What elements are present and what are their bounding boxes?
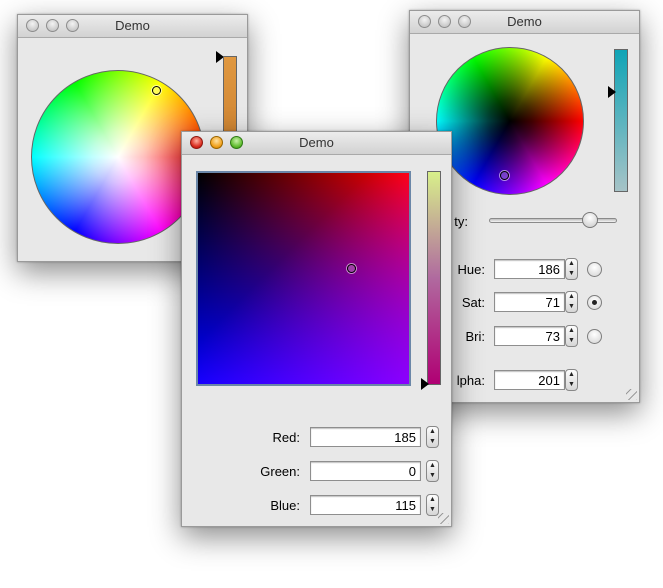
blue-input[interactable] — [311, 496, 420, 514]
red-stepper[interactable]: ▲ ▼ — [426, 426, 439, 448]
stepper-up-icon[interactable]: ▲ — [427, 495, 438, 505]
stepper-up-icon[interactable]: ▲ — [566, 370, 577, 380]
rgb-window-titlebar[interactable]: Demo — [182, 132, 451, 155]
green-input[interactable] — [311, 462, 420, 480]
window-title: Demo — [507, 14, 542, 29]
color-square[interactable] — [196, 171, 411, 386]
stepper-up-icon[interactable]: ▲ — [566, 326, 577, 336]
zoom-button-icon[interactable] — [230, 136, 243, 149]
sat-mode-radio[interactable] — [587, 295, 602, 310]
stepper-down-icon[interactable]: ▼ — [566, 380, 577, 390]
left-window-titlebar[interactable]: Demo — [18, 15, 247, 38]
stepper-down-icon[interactable]: ▼ — [566, 269, 577, 279]
blue-slider-indicator-icon[interactable] — [421, 378, 429, 390]
window-title: Demo — [115, 18, 150, 33]
close-button-icon[interactable] — [418, 15, 431, 28]
alpha-input[interactable] — [495, 371, 564, 389]
red-label: Red: — [272, 430, 300, 445]
minimize-button-icon[interactable] — [210, 136, 223, 149]
sat-input[interactable] — [495, 293, 564, 311]
bri-input[interactable] — [495, 327, 564, 345]
hsb-window-titlebar[interactable]: Demo — [410, 11, 639, 34]
minimize-button-icon[interactable] — [438, 15, 451, 28]
color-square-marker[interactable] — [347, 264, 356, 273]
brightness-bar[interactable] — [614, 49, 628, 192]
blue-gradient-bar[interactable] — [427, 171, 441, 385]
color-square-overlay — [198, 173, 409, 384]
stepper-up-icon[interactable]: ▲ — [566, 292, 577, 302]
blue-field[interactable] — [310, 495, 421, 515]
green-label: Green: — [260, 464, 300, 479]
zoom-button-icon[interactable] — [66, 19, 79, 32]
stepper-up-icon[interactable]: ▲ — [427, 427, 438, 437]
rgb-color-window: Demo Red: ▲ ▼ Green: ▲ ▼ Blue: ▲ ▼ — [181, 131, 452, 527]
hue-mode-radio[interactable] — [587, 262, 602, 277]
resize-grip-icon[interactable] — [626, 389, 637, 400]
window-title: Demo — [299, 135, 334, 150]
color-wheel-marker[interactable] — [152, 86, 161, 95]
stepper-down-icon[interactable]: ▼ — [566, 302, 577, 312]
alpha-field[interactable] — [494, 370, 565, 390]
hue-stepper[interactable]: ▲ ▼ — [565, 258, 578, 280]
minimize-button-icon[interactable] — [46, 19, 59, 32]
hue-field[interactable] — [494, 259, 565, 279]
stepper-up-icon[interactable]: ▲ — [427, 461, 438, 471]
close-button-icon[interactable] — [190, 136, 203, 149]
bri-mode-radio[interactable] — [587, 329, 602, 344]
sat-field[interactable] — [494, 292, 565, 312]
hue-input[interactable] — [495, 260, 564, 278]
blue-label: Blue: — [270, 498, 300, 513]
close-button-icon[interactable] — [26, 19, 39, 32]
stepper-up-icon[interactable]: ▲ — [566, 259, 577, 269]
bri-field[interactable] — [494, 326, 565, 346]
bri-stepper[interactable]: ▲ ▼ — [565, 325, 578, 347]
color-wheel-marker[interactable] — [500, 171, 509, 180]
red-field[interactable] — [310, 427, 421, 447]
color-wheel[interactable] — [31, 70, 205, 244]
green-stepper[interactable]: ▲ ▼ — [426, 460, 439, 482]
red-input[interactable] — [311, 428, 420, 446]
sat-stepper[interactable]: ▲ ▼ — [565, 291, 578, 313]
zoom-button-icon[interactable] — [458, 15, 471, 28]
stepper-down-icon[interactable]: ▼ — [427, 471, 438, 481]
alpha-stepper[interactable]: ▲ ▼ — [565, 369, 578, 391]
stepper-down-icon[interactable]: ▼ — [566, 336, 577, 346]
opacity-slider-knob[interactable] — [582, 212, 598, 228]
stepper-down-icon[interactable]: ▼ — [427, 437, 438, 447]
color-wheel[interactable] — [436, 47, 584, 195]
stepper-down-icon[interactable]: ▼ — [427, 505, 438, 515]
brightness-slider-indicator-icon[interactable] — [608, 86, 616, 98]
resize-grip-icon[interactable] — [438, 513, 449, 524]
green-field[interactable] — [310, 461, 421, 481]
